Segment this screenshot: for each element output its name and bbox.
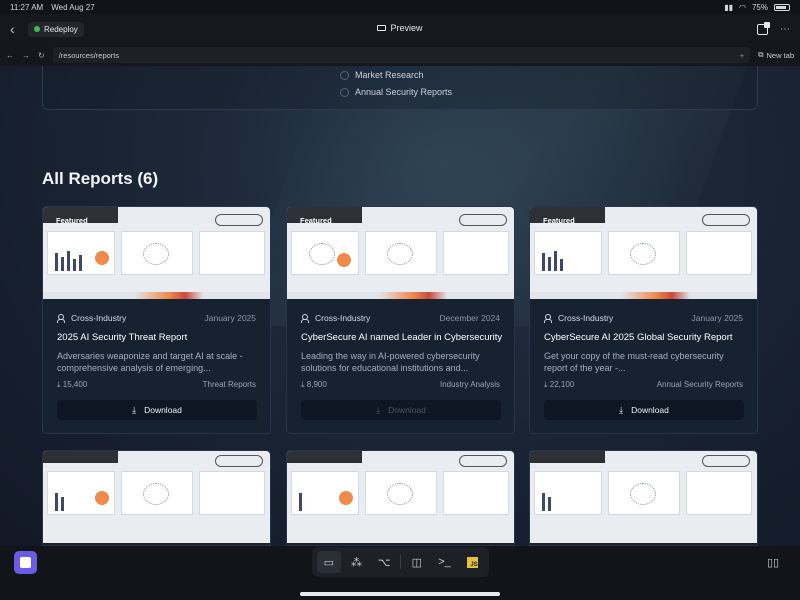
report-category: Industry Analysis [439, 380, 500, 389]
more-icon[interactable]: ⋯ [780, 24, 790, 35]
nav-forward-icon[interactable]: → [22, 51, 30, 60]
reload-icon[interactable]: ↻ [38, 51, 45, 60]
report-thumbnail: Featured [530, 207, 757, 299]
featured-badge: Featured [543, 216, 575, 225]
add-icon[interactable]: + [740, 51, 744, 60]
report-card[interactable] [286, 450, 515, 546]
sidebar-toggle-icon[interactable]: ▯▯ [767, 556, 779, 569]
report-date: December 2024 [439, 313, 500, 323]
report-card[interactable] [42, 450, 271, 546]
new-tab-button[interactable]: ⧉ New tab [758, 50, 794, 60]
app-stop-button[interactable] [14, 551, 37, 574]
new-tab-label: New tab [766, 50, 794, 60]
report-description: Get your copy of the must-read cybersecu… [544, 351, 724, 373]
url-text: /resources/reports [58, 50, 120, 60]
back-button[interactable]: ‹ [10, 21, 28, 37]
page-title: All Reports (6) [42, 169, 159, 188]
users-icon [301, 314, 310, 323]
project-name: Redeploy [44, 24, 78, 34]
download-button[interactable]: ⤓ Download [57, 400, 257, 420]
radio-icon[interactable] [340, 87, 349, 97]
js-icon[interactable]: JS [460, 551, 484, 573]
download-button[interactable]: ⤓ Download [301, 400, 501, 420]
report-thumbnail: Featured [43, 207, 270, 299]
industry-label: Cross-Industry [558, 313, 614, 323]
web-viewport: Market Research Annual Security Reports … [0, 66, 800, 546]
download-icon: ⤓ [619, 404, 624, 415]
report-card[interactable] [529, 450, 758, 546]
card-meta: Cross-Industry December 2024 [301, 313, 500, 323]
download-button[interactable]: ⤓ Download [544, 400, 744, 420]
battery-icon [774, 3, 790, 11]
users-icon [57, 314, 66, 323]
report-card[interactable]: Featured Cross-Industry January 2025 202… [42, 206, 271, 434]
download-label: Download [631, 405, 669, 415]
report-thumbnail: Featured [287, 207, 514, 299]
industry-label: Cross-Industry [71, 313, 127, 323]
report-thumbnail [43, 451, 270, 543]
download-label: Download [144, 405, 182, 415]
report-category: Annual Security Reports [656, 380, 743, 389]
radio-icon[interactable] [340, 70, 349, 80]
filter-option[interactable]: Market Research [340, 70, 424, 80]
report-title[interactable]: 2025 AI Security Threat Report [57, 332, 260, 343]
project-pill[interactable]: Redeploy [28, 21, 84, 37]
status-bar: 11:27 AM Wed Aug 27 ▮▮ ◠ 75% [0, 0, 800, 14]
address-bar: ← → ↻ /resources/reports + ⧉ New tab [0, 44, 800, 66]
download-count: 15,400 [62, 380, 88, 389]
status-date: Wed Aug 27 [51, 2, 95, 12]
download-icon: ⤓ [132, 404, 137, 415]
card-stats: ⤓ 15,400 Threat Reports [57, 380, 256, 390]
battery-level: 75% [751, 2, 768, 12]
report-thumbnail [287, 451, 514, 543]
filter-option[interactable]: Annual Security Reports [340, 87, 452, 97]
divider [400, 555, 401, 569]
report-card[interactable]: Featured Cross-Industry December 2024 Cy… [286, 206, 515, 434]
tree-icon[interactable]: ⌥ [372, 551, 396, 573]
card-stats: ⤓ 8,900 Industry Analysis [301, 380, 500, 390]
monitor-icon[interactable]: ▭ [317, 551, 341, 573]
url-field[interactable]: /resources/reports + [52, 47, 751, 63]
report-category: Threat Reports [202, 380, 256, 389]
location-pin-icon [34, 26, 40, 32]
external-link-icon: ⧉ [758, 50, 764, 59]
card-meta: Cross-Industry January 2025 [544, 313, 743, 323]
nav-back-icon[interactable]: ← [6, 51, 14, 60]
report-title[interactable]: CyberSecure AI named Leader in Cybersecu… [301, 332, 504, 343]
download-count: 8,900 [306, 380, 327, 389]
wifi-icon: ◠ [739, 2, 746, 12]
report-card[interactable]: Featured Cross-Industry January 2025 Cyb… [529, 206, 758, 434]
filter-label: Market Research [355, 70, 424, 80]
card-meta: Cross-Industry January 2025 [57, 313, 256, 323]
terminal-icon[interactable]: >_ [433, 551, 457, 573]
signal-icon: ▮▮ [724, 2, 733, 12]
tabs-icon[interactable] [757, 21, 770, 35]
tool-switcher: ▭ ⁂ ⌥ ◫ >_ JS [312, 547, 489, 577]
report-date: January 2025 [204, 313, 256, 323]
status-time: 11:27 AM [10, 2, 44, 12]
home-indicator [300, 592, 500, 596]
report-description: Leading the way in AI-powered cybersecur… [301, 351, 480, 373]
report-thumbnail [530, 451, 757, 543]
users-icon [544, 314, 553, 323]
app-header: ‹ Redeploy ⋯ [0, 14, 800, 44]
featured-badge: Featured [300, 216, 332, 225]
download-count: 22,100 [549, 380, 575, 389]
industry-label: Cross-Industry [315, 313, 371, 323]
report-title[interactable]: CyberSecure AI 2025 Global Security Repo… [544, 332, 747, 343]
featured-badge: Featured [56, 216, 88, 225]
report-date: January 2025 [691, 313, 743, 323]
report-description: Adversaries weaponize and target AI at s… [57, 351, 243, 373]
download-label: Download [388, 405, 426, 415]
database-icon[interactable]: ◫ [405, 551, 429, 573]
card-stats: ⤓ 22,100 Annual Security Reports [544, 380, 743, 390]
grid-icon[interactable]: ⁂ [345, 551, 369, 573]
download-icon: ⤓ [376, 404, 381, 415]
filter-label: Annual Security Reports [355, 87, 453, 97]
